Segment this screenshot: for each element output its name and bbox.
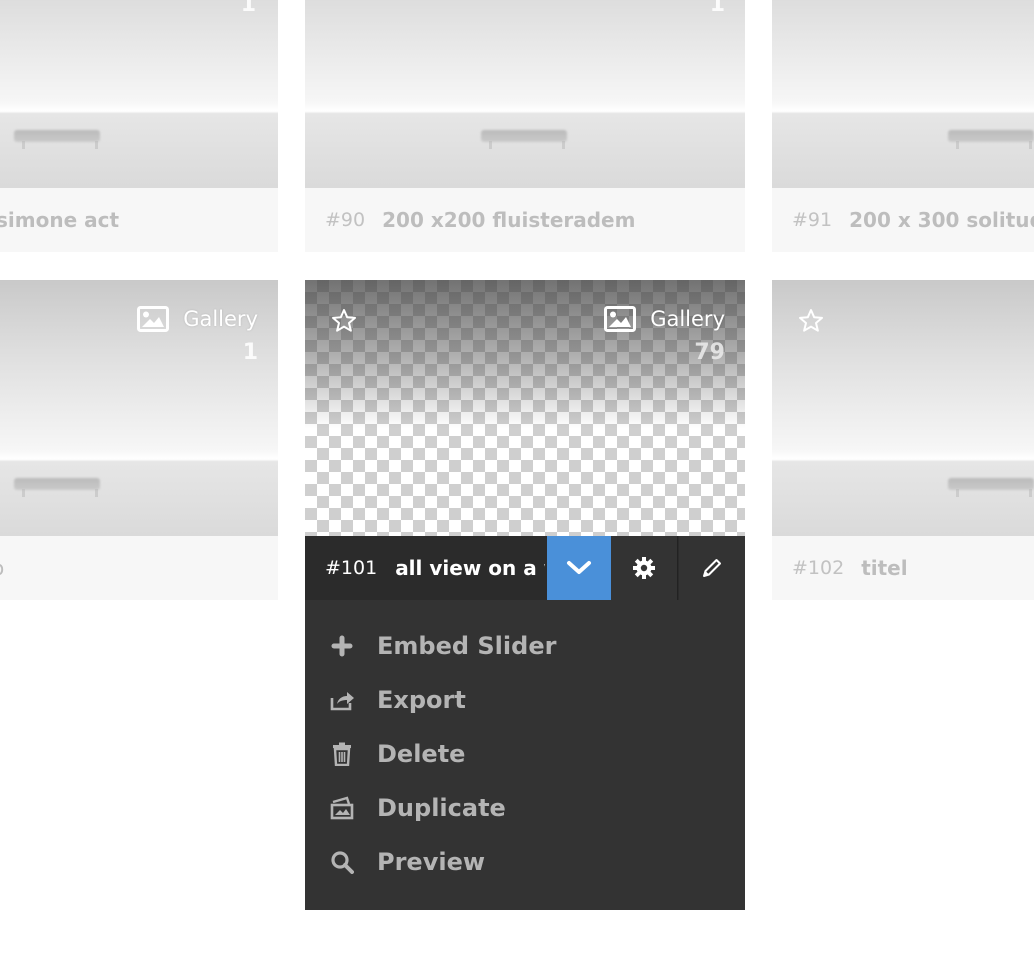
slider-id: #102 <box>792 557 845 579</box>
duplicate-icon <box>329 795 355 821</box>
plus-icon <box>329 633 355 659</box>
settings-button[interactable] <box>611 536 678 600</box>
slider-card-91[interactable]: #91 200 x 300 solitude <box>772 0 1034 252</box>
star-icon[interactable] <box>331 308 357 334</box>
slide-count: 1 <box>709 0 725 17</box>
card-title-bar: o <box>0 536 278 600</box>
image-icon <box>604 306 637 332</box>
slider-card-102[interactable]: #102 titel <box>772 280 1034 600</box>
slider-actions-menu: Embed Slider Export Delete Duplicate Pre… <box>305 600 745 910</box>
trash-icon <box>329 741 355 767</box>
slider-card-left[interactable]: Gallery 1 o <box>0 280 278 600</box>
menu-item-embed-slider[interactable]: Embed Slider <box>305 619 745 673</box>
share-icon <box>329 687 355 713</box>
menu-item-export[interactable]: Export <box>305 673 745 727</box>
slider-title: 200 x200 fluisteradem <box>382 208 636 232</box>
image-icon <box>137 306 170 332</box>
slider-id: #91 <box>792 209 833 231</box>
card-title-bar: #90 200 x200 fluisteradem <box>305 188 745 252</box>
card-title-bar: #91 200 x 300 solitude <box>772 188 1034 252</box>
menu-item-label: Embed Slider <box>377 632 557 660</box>
gear-icon <box>633 557 655 579</box>
slider-type-label: Gallery <box>137 306 258 332</box>
slider-title: titel <box>861 556 908 580</box>
slider-thumbnail[interactable] <box>772 0 1034 188</box>
menu-item-label: Export <box>377 686 466 714</box>
chevron-down-icon <box>567 561 591 574</box>
menu-item-preview[interactable]: Preview <box>305 835 745 889</box>
slider-title: o <box>0 556 4 580</box>
star-icon[interactable] <box>798 308 824 334</box>
card-title-bar: #101 all view on a w <box>305 536 745 600</box>
slider-title: all view on a w <box>395 556 545 580</box>
slider-type: Gallery <box>650 307 725 331</box>
menu-item-label: Preview <box>377 848 486 876</box>
pencil-icon <box>703 559 721 577</box>
slide-count: 1 <box>242 340 258 365</box>
slider-thumbnail[interactable] <box>0 0 278 188</box>
slider-card-simone[interactable]: 1 simone act <box>0 0 278 252</box>
edit-button[interactable] <box>679 536 745 600</box>
slider-title: simone act <box>0 208 120 232</box>
dropdown-toggle-button[interactable] <box>547 536 611 600</box>
slide-count: 1 <box>240 0 256 17</box>
card-title-bar: simone act <box>0 188 278 252</box>
slider-type: Gallery <box>183 307 258 331</box>
slide-count: 79 <box>694 340 725 365</box>
menu-item-duplicate[interactable]: Duplicate <box>305 781 745 835</box>
menu-item-label: Delete <box>377 740 466 768</box>
search-icon <box>329 849 355 875</box>
card-title-bar: #102 titel <box>772 536 1034 600</box>
menu-item-label: Duplicate <box>377 794 506 822</box>
slider-type-label: Gallery <box>604 306 725 332</box>
slider-id: #90 <box>325 209 366 231</box>
slider-thumbnail[interactable] <box>305 0 745 188</box>
slider-title: 200 x 300 solitude <box>849 208 1034 232</box>
slider-card-90[interactable]: 1 #90 200 x200 fluisteradem <box>305 0 745 252</box>
slider-id: #101 <box>325 557 378 579</box>
menu-item-delete[interactable]: Delete <box>305 727 745 781</box>
slider-card-101[interactable]: Gallery 79 #101 all view on a w <box>305 280 745 600</box>
